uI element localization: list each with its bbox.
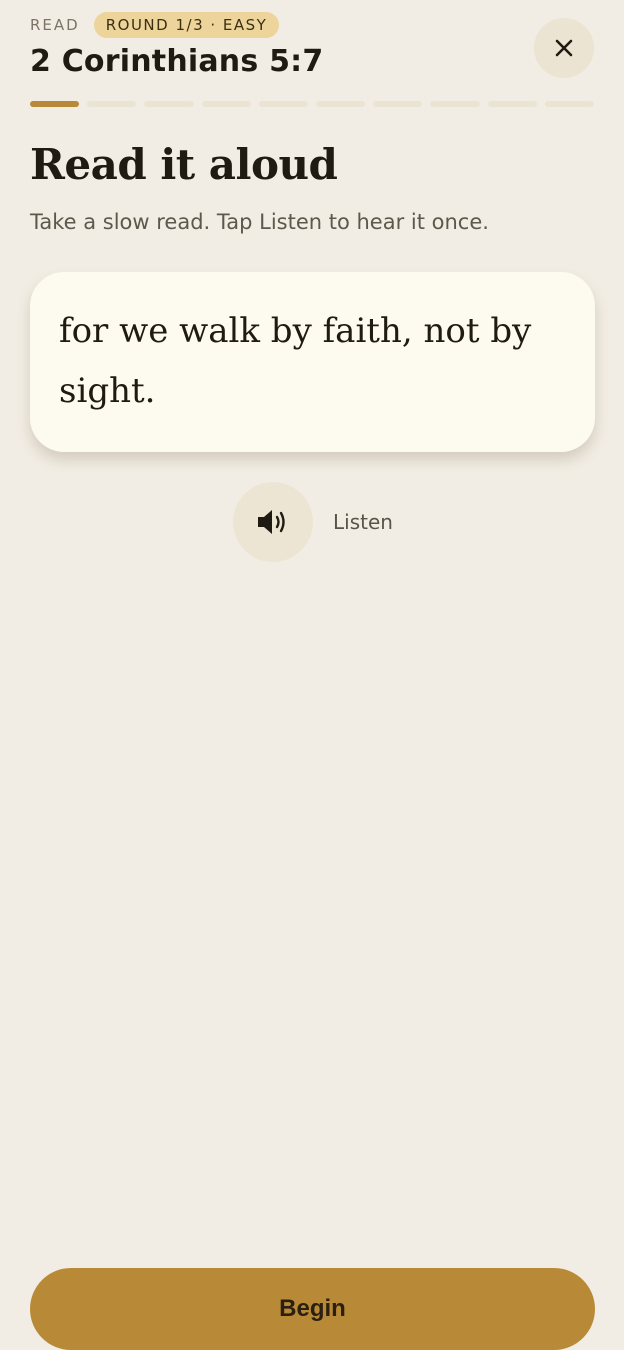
progress-segment: [201, 101, 251, 107]
progress-segment-complete: [30, 101, 80, 107]
begin-button[interactable]: Begin: [30, 1268, 595, 1350]
mode-label: READ: [30, 16, 80, 34]
progress-segment: [258, 101, 309, 107]
page-title: Read it aloud: [30, 140, 338, 189]
progress-segment: [430, 101, 480, 107]
round-badge: ROUND 1/3 · EASY: [93, 12, 280, 38]
verse-reference: 2 Corinthians 5:7: [30, 44, 324, 79]
progress-segment: [316, 101, 366, 107]
eyebrow-row: READ ROUND 1/3 · EASY: [30, 10, 594, 40]
listen-label: Listen: [333, 510, 393, 534]
verse-card: for we walk by faith, not by sight.: [30, 272, 595, 452]
progress-segment: [487, 101, 537, 107]
progress-segment: [144, 101, 194, 107]
listen-button[interactable]: [233, 482, 313, 562]
close-icon: [555, 39, 573, 57]
progress-bar: [30, 101, 595, 107]
verse-text: for we walk by faith, not by sight.: [59, 311, 532, 411]
listen-row: Listen: [233, 482, 393, 562]
close-button[interactable]: [534, 18, 594, 78]
speaker-icon: [258, 510, 285, 534]
header: READ ROUND 1/3 · EASY 2 Corinthians 5:7: [30, 10, 594, 90]
page-subtitle: Take a slow read. Tap Listen to hear it …: [30, 210, 489, 234]
progress-segment: [87, 101, 137, 107]
progress-segment: [373, 101, 423, 107]
progress-segment: [544, 101, 595, 107]
